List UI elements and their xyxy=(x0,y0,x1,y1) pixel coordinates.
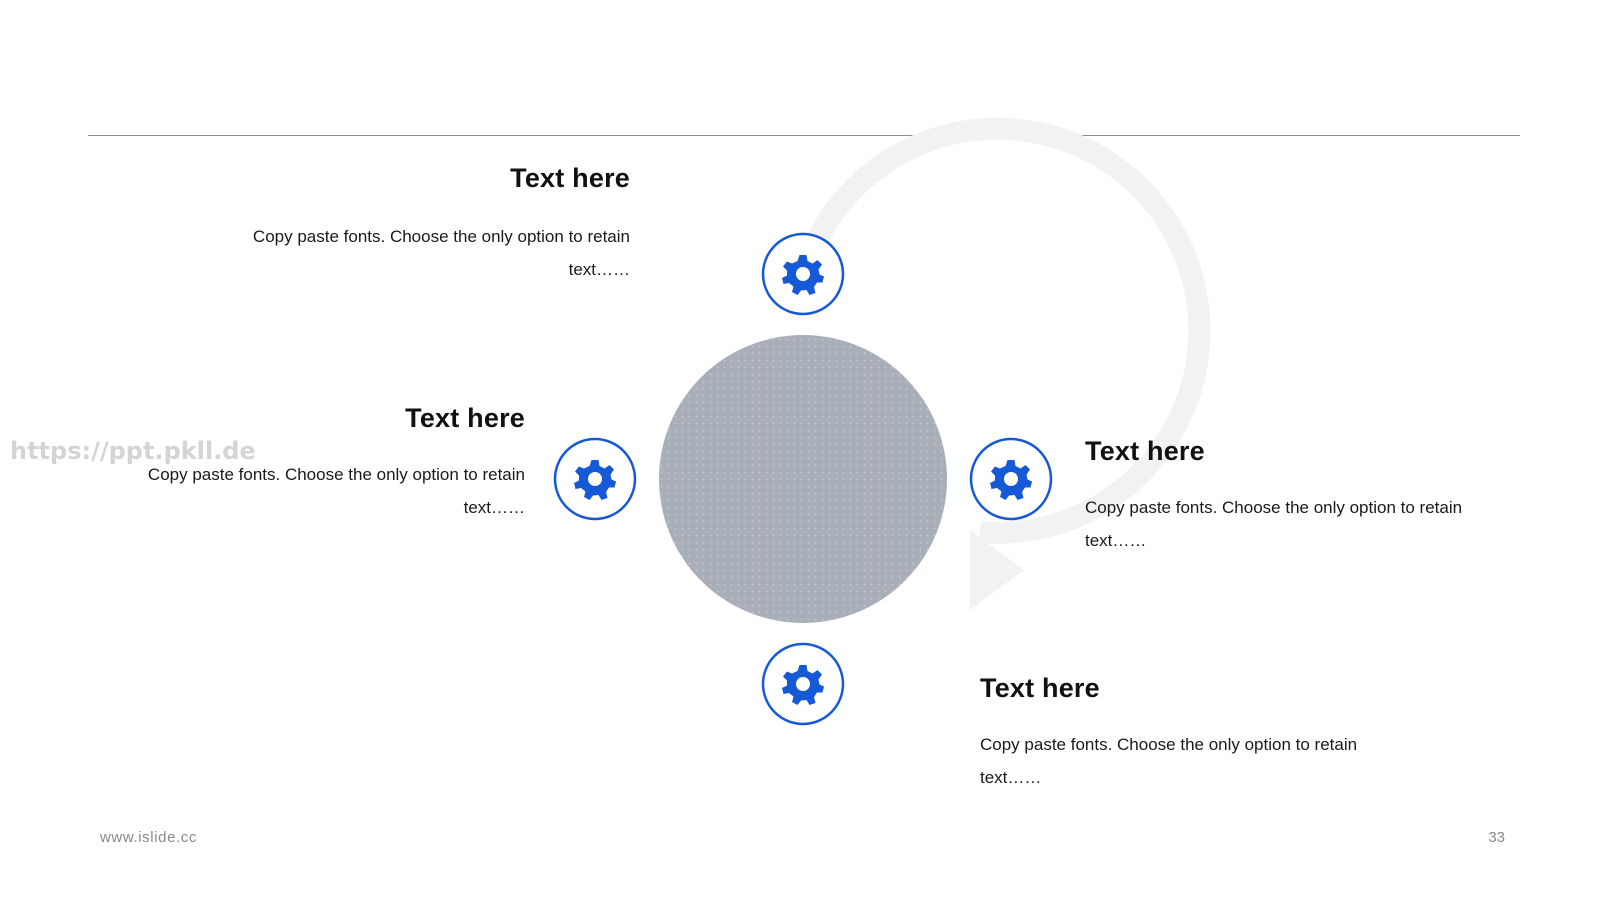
text-block-right: Text here Copy paste fonts. Choose the o… xyxy=(1085,436,1525,557)
footer-website: www.islide.cc xyxy=(100,829,197,846)
block-body-bottom: Copy paste fonts. Choose the only option… xyxy=(980,735,1358,787)
node-left xyxy=(553,437,637,521)
block-title-left: Text here xyxy=(405,403,525,433)
block-title-top: Text here xyxy=(510,163,630,193)
block-body-left: Copy paste fonts. Choose the only option… xyxy=(147,465,525,517)
page-number: 33 xyxy=(1488,829,1505,846)
block-title-bottom: Text here xyxy=(980,673,1100,703)
text-block-bottom: Text here Copy paste fonts. Choose the o… xyxy=(980,673,1420,794)
watermark: https://ppt.pkll.de xyxy=(10,437,256,465)
block-body-top: Copy paste fonts. Choose the only option… xyxy=(252,227,630,279)
center-circle-texture xyxy=(659,335,947,623)
block-title-right: Text here xyxy=(1085,436,1205,466)
node-right xyxy=(969,437,1053,521)
node-top xyxy=(761,232,845,316)
block-body-right: Copy paste fonts. Choose the only option… xyxy=(1085,498,1463,550)
node-bottom xyxy=(761,642,845,726)
text-block-top: Text here Copy paste fonts. Choose the o… xyxy=(200,163,630,286)
